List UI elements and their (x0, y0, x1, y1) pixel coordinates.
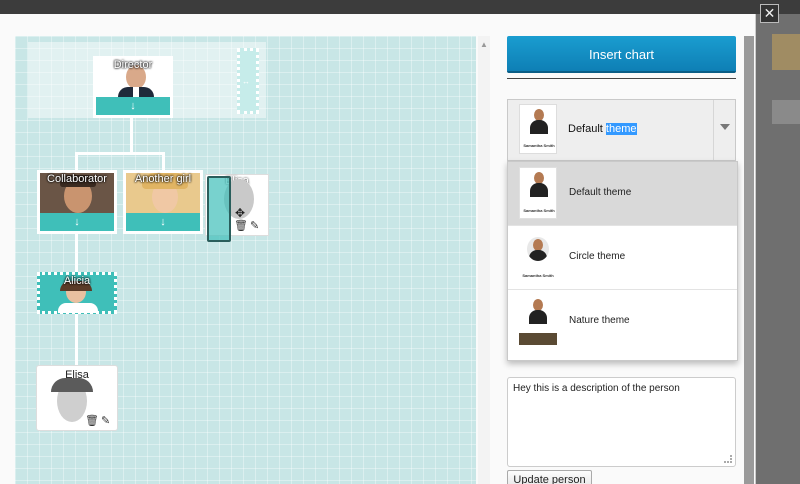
arrow-down-icon[interactable]: ↓ (40, 213, 114, 231)
chevron-down-icon[interactable] (713, 100, 735, 160)
sidebar: Insert chart Samantha Smith Default them… (490, 36, 756, 484)
insert-chart-button[interactable]: Insert chart (507, 36, 736, 73)
node-name: Collaborator (47, 173, 107, 185)
node-collaborator[interactable]: Collaborator ↓ (37, 170, 117, 234)
node-elisa[interactable]: Elisa 🗑 ✎ (37, 366, 117, 430)
theme-option-default[interactable]: Samantha Smith Default theme (508, 162, 737, 226)
connector (162, 152, 165, 170)
theme-thumbnail: Samantha Smith (519, 104, 557, 154)
resize-grip-icon[interactable] (724, 455, 732, 463)
description-textarea[interactable]: Hey this is a description of the person (507, 377, 736, 467)
top-bar (0, 0, 800, 14)
background-page (756, 14, 800, 484)
connector (75, 152, 165, 155)
arrow-down-icon[interactable]: ↓ (126, 213, 200, 231)
node-name: Director (113, 59, 153, 71)
node-alicia[interactable]: Alicia (37, 272, 117, 314)
theme-thumbnail: Samantha Smith (519, 231, 557, 283)
divider (507, 78, 736, 79)
update-person-button[interactable]: Update person (507, 470, 592, 484)
modal-dialog: Director ↓ ↔ Collaborator ↓ Another girl (0, 14, 756, 484)
node-another-girl[interactable]: Another girl ↓ (123, 170, 203, 234)
connector (75, 234, 78, 272)
theme-option-nature[interactable]: Nature theme (508, 290, 737, 354)
canvas-scrollbar[interactable]: ▲ (478, 36, 490, 484)
pencil-icon[interactable]: ✎ (250, 219, 259, 232)
connector (130, 118, 133, 152)
sidebar-scrollbar[interactable] (744, 36, 754, 484)
theme-select[interactable]: Samantha Smith Default theme (507, 99, 736, 161)
org-chart-canvas[interactable]: Director ↓ ↔ Collaborator ↓ Another girl (15, 36, 476, 484)
connector (75, 152, 78, 170)
trash-icon[interactable]: 🗑 (234, 219, 248, 232)
theme-thumbnail: Samantha Smith (519, 167, 557, 219)
trash-icon[interactable]: 🗑 (85, 414, 99, 427)
theme-option-circle[interactable]: Samantha Smith Circle theme (508, 226, 737, 290)
connector (75, 314, 78, 366)
node-name: Another girl (134, 173, 192, 185)
drag-ghost (207, 176, 231, 242)
close-icon[interactable]: ✕ (760, 4, 779, 23)
node-name: Alicia (63, 275, 91, 287)
nature-caption-bar (519, 333, 557, 345)
theme-select-value: Default theme (568, 123, 637, 135)
node-director[interactable]: Director ↓ (93, 56, 173, 118)
arrow-down-icon[interactable]: ↓ (96, 97, 170, 115)
empty-slot[interactable]: ↔ (237, 48, 259, 114)
theme-thumbnail (519, 295, 557, 347)
pencil-icon[interactable]: ✎ (101, 414, 110, 427)
theme-dropdown-list: Samantha Smith Default theme Samantha Sm… (507, 161, 738, 361)
move-cursor-icon: ✥ (235, 206, 246, 220)
